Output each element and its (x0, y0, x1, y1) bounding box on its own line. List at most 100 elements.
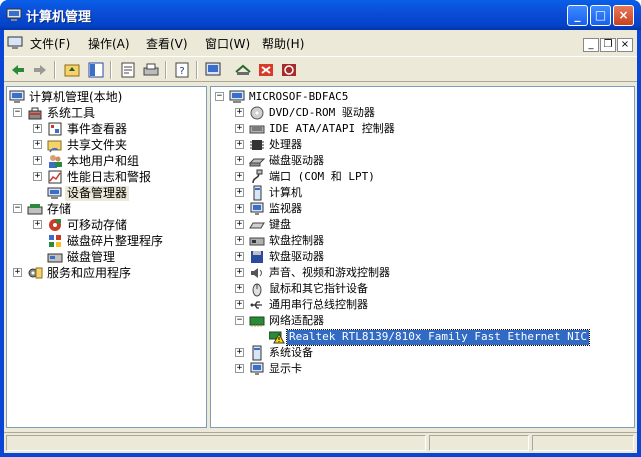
console-tree-pane[interactable]: 计算机管理(本地) − 系统工具 + 事件查看器 + 共享文件夹 + 本地用户和… (6, 86, 207, 428)
expand-icon[interactable]: + (235, 108, 244, 117)
tree-label: 端口 (COM 和 LPT) (269, 170, 375, 183)
display-adapter-icon (250, 362, 264, 375)
menu-help[interactable]: 帮助(H) (262, 35, 304, 52)
menu-view[interactable]: 查看(V) (146, 35, 188, 52)
toolbox-icon (28, 107, 42, 120)
expand-icon[interactable]: + (235, 220, 244, 229)
help-icon[interactable]: ? (172, 60, 192, 80)
mdi-restore-button[interactable]: ❐ (600, 38, 616, 52)
mmc-icon[interactable] (7, 35, 23, 51)
expand-icon[interactable]: + (33, 220, 42, 229)
tree-label: 显示卡 (269, 362, 302, 375)
tree-label: 声音、视频和游戏控制器 (269, 266, 390, 279)
menu-window[interactable]: 窗口(W) (205, 35, 250, 52)
port-icon (252, 169, 263, 184)
performance-logs-icon (48, 170, 62, 184)
tree-label: 软盘控制器 (269, 234, 324, 247)
toolbar-separator (54, 61, 56, 79)
cd-drive-icon (250, 106, 264, 120)
toolbar: ? (4, 56, 637, 82)
tree-label: 存储 (47, 202, 72, 216)
expand-icon[interactable]: + (235, 204, 244, 213)
tree-label: 本地用户和组 (67, 154, 140, 168)
collapse-icon[interactable]: − (13, 204, 22, 213)
maximize-button[interactable]: □ (590, 5, 611, 26)
tree-label: 计算机管理(本地) (29, 90, 123, 104)
tree-label: 键盘 (269, 218, 291, 231)
computer-management-icon (6, 8, 22, 21)
close-button[interactable]: × (613, 5, 634, 26)
tree-label: 共享文件夹 (67, 138, 128, 152)
tree-label: 磁盘驱动器 (269, 154, 324, 167)
monitor-icon (250, 202, 264, 215)
expand-icon[interactable]: + (235, 236, 244, 245)
expand-icon[interactable]: + (235, 284, 244, 293)
expand-icon[interactable]: + (235, 364, 244, 373)
tree-label: 网络适配器 (269, 314, 324, 327)
expand-icon[interactable]: + (235, 300, 244, 309)
forward-icon[interactable] (30, 60, 50, 80)
shared-folder-icon (47, 140, 62, 153)
disk-management-icon (47, 253, 63, 263)
menu-action[interactable]: 操作(A) (88, 35, 130, 52)
event-viewer-icon (48, 122, 62, 136)
device-manager-icon (47, 187, 62, 199)
mdi-controls: _ ❐ × (582, 36, 633, 52)
svg-text:?: ? (179, 66, 184, 77)
collapse-icon[interactable]: − (215, 92, 224, 101)
network-adapter-icon (249, 316, 265, 327)
scan-hardware-icon[interactable] (203, 60, 223, 80)
show-hide-tree-icon[interactable] (86, 60, 106, 80)
tree-label: 可移动存储 (67, 218, 128, 232)
keyboard-icon (249, 222, 265, 229)
expand-icon[interactable]: + (235, 268, 244, 277)
storage-icon (27, 204, 43, 215)
expand-icon[interactable]: + (235, 140, 244, 149)
details-pane[interactable]: − MICROSOF-BDFAC5 + DVD/CD-ROM 驱动器 + IDE… (210, 86, 635, 428)
tree-label: 磁盘管理 (67, 250, 116, 264)
removable-storage-icon (49, 219, 61, 231)
expand-icon[interactable]: + (235, 348, 244, 357)
expand-icon[interactable]: + (33, 172, 42, 181)
tree-label: 设备管理器 (65, 186, 130, 201)
expand-icon[interactable]: + (33, 156, 42, 165)
mouse-icon (252, 283, 262, 297)
disable-device-icon[interactable] (279, 60, 299, 80)
expand-icon[interactable]: + (33, 140, 42, 149)
expand-icon[interactable]: + (235, 188, 244, 197)
uninstall-icon[interactable] (256, 60, 276, 80)
up-folder-icon[interactable] (62, 60, 82, 80)
tree-label: 事件查看器 (67, 122, 128, 136)
collapse-icon[interactable]: − (13, 108, 22, 117)
minimize-button[interactable]: _ (567, 5, 588, 26)
collapse-icon[interactable]: − (235, 316, 244, 325)
expand-icon[interactable]: + (235, 124, 244, 133)
title-bar[interactable]: 计算机管理 _ □ × (0, 0, 641, 30)
tree-label: 服务和应用程序 (47, 266, 132, 280)
computer-icon (253, 185, 262, 201)
expand-icon[interactable]: + (235, 156, 244, 165)
network-card-warning-icon (269, 331, 285, 344)
defrag-icon (49, 235, 61, 247)
update-driver-icon[interactable] (233, 60, 253, 80)
ide-controller-icon (249, 125, 265, 134)
status-panel-main (6, 435, 426, 451)
properties-icon[interactable] (118, 60, 138, 80)
client-area: 文件(F) 操作(A) 查看(V) 窗口(W) 帮助(H) _ ❐ × ? 计算机管… (4, 30, 637, 453)
tree-label: MICROSOF-BDFAC5 (249, 90, 349, 103)
expand-icon[interactable]: + (235, 252, 244, 261)
menu-file[interactable]: 文件(F) (30, 35, 70, 52)
tree-label: IDE ATA/ATAPI 控制器 (269, 122, 395, 135)
expand-icon[interactable]: + (235, 172, 244, 181)
mdi-minimize-button[interactable]: _ (583, 38, 599, 52)
services-icon (28, 267, 43, 279)
toolbar-separator (110, 61, 112, 79)
sound-icon (251, 268, 262, 278)
expand-icon[interactable]: + (33, 124, 42, 133)
expand-icon[interactable]: + (13, 268, 22, 277)
disk-drive-icon (249, 158, 265, 167)
back-icon[interactable] (8, 60, 28, 80)
print-icon[interactable] (141, 60, 161, 80)
mdi-close-button[interactable]: × (617, 38, 633, 52)
processor-icon (250, 140, 264, 150)
